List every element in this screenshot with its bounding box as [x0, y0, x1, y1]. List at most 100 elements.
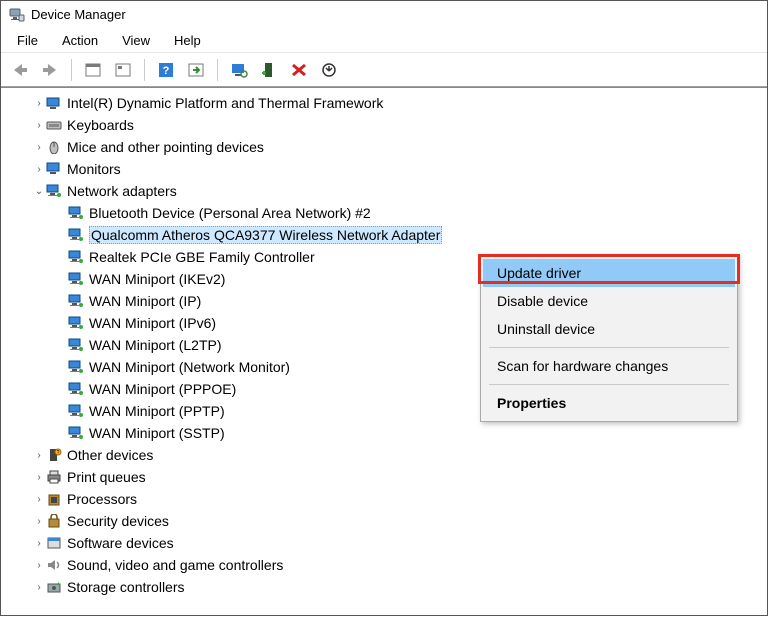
- audio-icon: [45, 557, 63, 573]
- menu-action[interactable]: Action: [50, 31, 110, 50]
- network-icon: [67, 315, 85, 331]
- tree-node-label: Storage controllers: [67, 579, 185, 595]
- context-menu-item[interactable]: Disable device: [483, 287, 735, 315]
- context-menu-item[interactable]: Properties: [483, 389, 735, 417]
- context-menu: Update driverDisable deviceUninstall dev…: [480, 254, 738, 422]
- tree-node-label: WAN Miniport (PPPOE): [89, 381, 236, 397]
- device-manager-icon: [9, 7, 25, 23]
- context-menu-item[interactable]: Uninstall device: [483, 315, 735, 343]
- svg-text:?: ?: [57, 450, 60, 456]
- toolbar: ?: [1, 53, 767, 87]
- window-title: Device Manager: [31, 7, 126, 22]
- tree-node[interactable]: › Mice and other pointing devices: [1, 136, 767, 158]
- toolbar-separator: [71, 59, 72, 81]
- mouse-icon: [45, 139, 63, 155]
- expand-icon[interactable]: ›: [33, 164, 45, 175]
- tree-node-label: WAN Miniport (IP): [89, 293, 201, 309]
- context-menu-separator: [489, 347, 729, 348]
- tree-node-label: Processors: [67, 491, 137, 507]
- tree-node-label: Realtek PCIe GBE Family Controller: [89, 249, 315, 265]
- menubar: File Action View Help: [1, 29, 767, 53]
- scan-hardware-button[interactable]: [226, 57, 252, 83]
- tree-node[interactable]: › Processors: [1, 488, 767, 510]
- context-menu-item[interactable]: Scan for hardware changes: [483, 352, 735, 380]
- tree-node-label: WAN Miniport (IKEv2): [89, 271, 225, 287]
- network-icon: [67, 293, 85, 309]
- forward-button[interactable]: [37, 57, 63, 83]
- tree-node[interactable]: WAN Miniport (SSTP): [1, 422, 767, 444]
- expand-icon[interactable]: ›: [33, 560, 45, 571]
- tree-node[interactable]: › Keyboards: [1, 114, 767, 136]
- menu-file[interactable]: File: [5, 31, 50, 50]
- tree-node[interactable]: › Storage controllers: [1, 576, 767, 598]
- network-icon: [67, 271, 85, 287]
- uninstall-button[interactable]: [286, 57, 312, 83]
- tree-node-label: Monitors: [67, 161, 121, 177]
- tree-node-label: WAN Miniport (PPTP): [89, 403, 225, 419]
- network-icon: [67, 337, 85, 353]
- expand-icon[interactable]: ›: [33, 472, 45, 483]
- tree-node[interactable]: › Sound, video and game controllers: [1, 554, 767, 576]
- cpu-icon: [45, 491, 63, 507]
- context-menu-separator: [489, 384, 729, 385]
- expand-icon[interactable]: ›: [33, 516, 45, 527]
- expand-icon[interactable]: ›: [33, 538, 45, 549]
- storage-icon: [45, 579, 63, 595]
- network-icon: [67, 205, 85, 221]
- tree-node[interactable]: › Print queues: [1, 466, 767, 488]
- menu-help[interactable]: Help: [162, 31, 213, 50]
- collapse-icon[interactable]: ⌄: [33, 186, 45, 197]
- network-icon: [67, 381, 85, 397]
- software-icon: [45, 535, 63, 551]
- network-icon: [45, 183, 63, 199]
- expand-icon[interactable]: ›: [33, 120, 45, 131]
- help-button[interactable]: ?: [153, 57, 179, 83]
- update-driver-button[interactable]: [316, 57, 342, 83]
- tree-node[interactable]: › Intel(R) Dynamic Platform and Thermal F…: [1, 92, 767, 114]
- other-icon: ?: [45, 447, 63, 463]
- tree-node-label: WAN Miniport (Network Monitor): [89, 359, 290, 375]
- tree-node[interactable]: › Software devices: [1, 532, 767, 554]
- network-icon: [67, 359, 85, 375]
- expand-icon[interactable]: ›: [33, 582, 45, 593]
- context-menu-item[interactable]: Update driver: [483, 259, 735, 287]
- expand-icon[interactable]: ›: [33, 142, 45, 153]
- network-icon: [67, 227, 85, 243]
- platform-icon: [45, 95, 63, 111]
- toolbar-separator: [217, 59, 218, 81]
- tree-node-label: Intel(R) Dynamic Platform and Thermal Fr…: [67, 95, 383, 111]
- tree-node-label: Other devices: [67, 447, 153, 463]
- security-icon: [45, 513, 63, 529]
- tree-node-label: Software devices: [67, 535, 174, 551]
- add-legacy-button[interactable]: [256, 57, 282, 83]
- tree-node-label: WAN Miniport (SSTP): [89, 425, 225, 441]
- tree-node-label: Print queues: [67, 469, 146, 485]
- expand-icon[interactable]: ›: [33, 494, 45, 505]
- tree-node[interactable]: › Monitors: [1, 158, 767, 180]
- tree-node-label: Keyboards: [67, 117, 134, 133]
- menu-view[interactable]: View: [110, 31, 162, 50]
- back-button[interactable]: [7, 57, 33, 83]
- tree-node-label: WAN Miniport (L2TP): [89, 337, 222, 353]
- tree-node[interactable]: Bluetooth Device (Personal Area Network)…: [1, 202, 767, 224]
- properties-button[interactable]: [110, 57, 136, 83]
- expand-icon[interactable]: ›: [33, 98, 45, 109]
- keyboard-icon: [45, 117, 63, 133]
- tree-node[interactable]: Qualcomm Atheros QCA9377 Wireless Networ…: [1, 224, 767, 246]
- tree-node-label: Sound, video and game controllers: [67, 557, 283, 573]
- network-icon: [67, 403, 85, 419]
- tree-node-label: Security devices: [67, 513, 169, 529]
- tree-node[interactable]: ›? Other devices: [1, 444, 767, 466]
- titlebar: Device Manager: [1, 1, 767, 29]
- printer-icon: [45, 469, 63, 485]
- tree-node[interactable]: › Security devices: [1, 510, 767, 532]
- tree-node-label: WAN Miniport (IPv6): [89, 315, 216, 331]
- tree-node-label: Network adapters: [67, 183, 177, 199]
- tree-node[interactable]: ⌄ Network adapters: [1, 180, 767, 202]
- tree-node-label: Qualcomm Atheros QCA9377 Wireless Networ…: [89, 226, 442, 244]
- action-button[interactable]: [183, 57, 209, 83]
- tree-node-label: Mice and other pointing devices: [67, 139, 264, 155]
- network-icon: [67, 249, 85, 265]
- expand-icon[interactable]: ›: [33, 450, 45, 461]
- show-hidden-button[interactable]: [80, 57, 106, 83]
